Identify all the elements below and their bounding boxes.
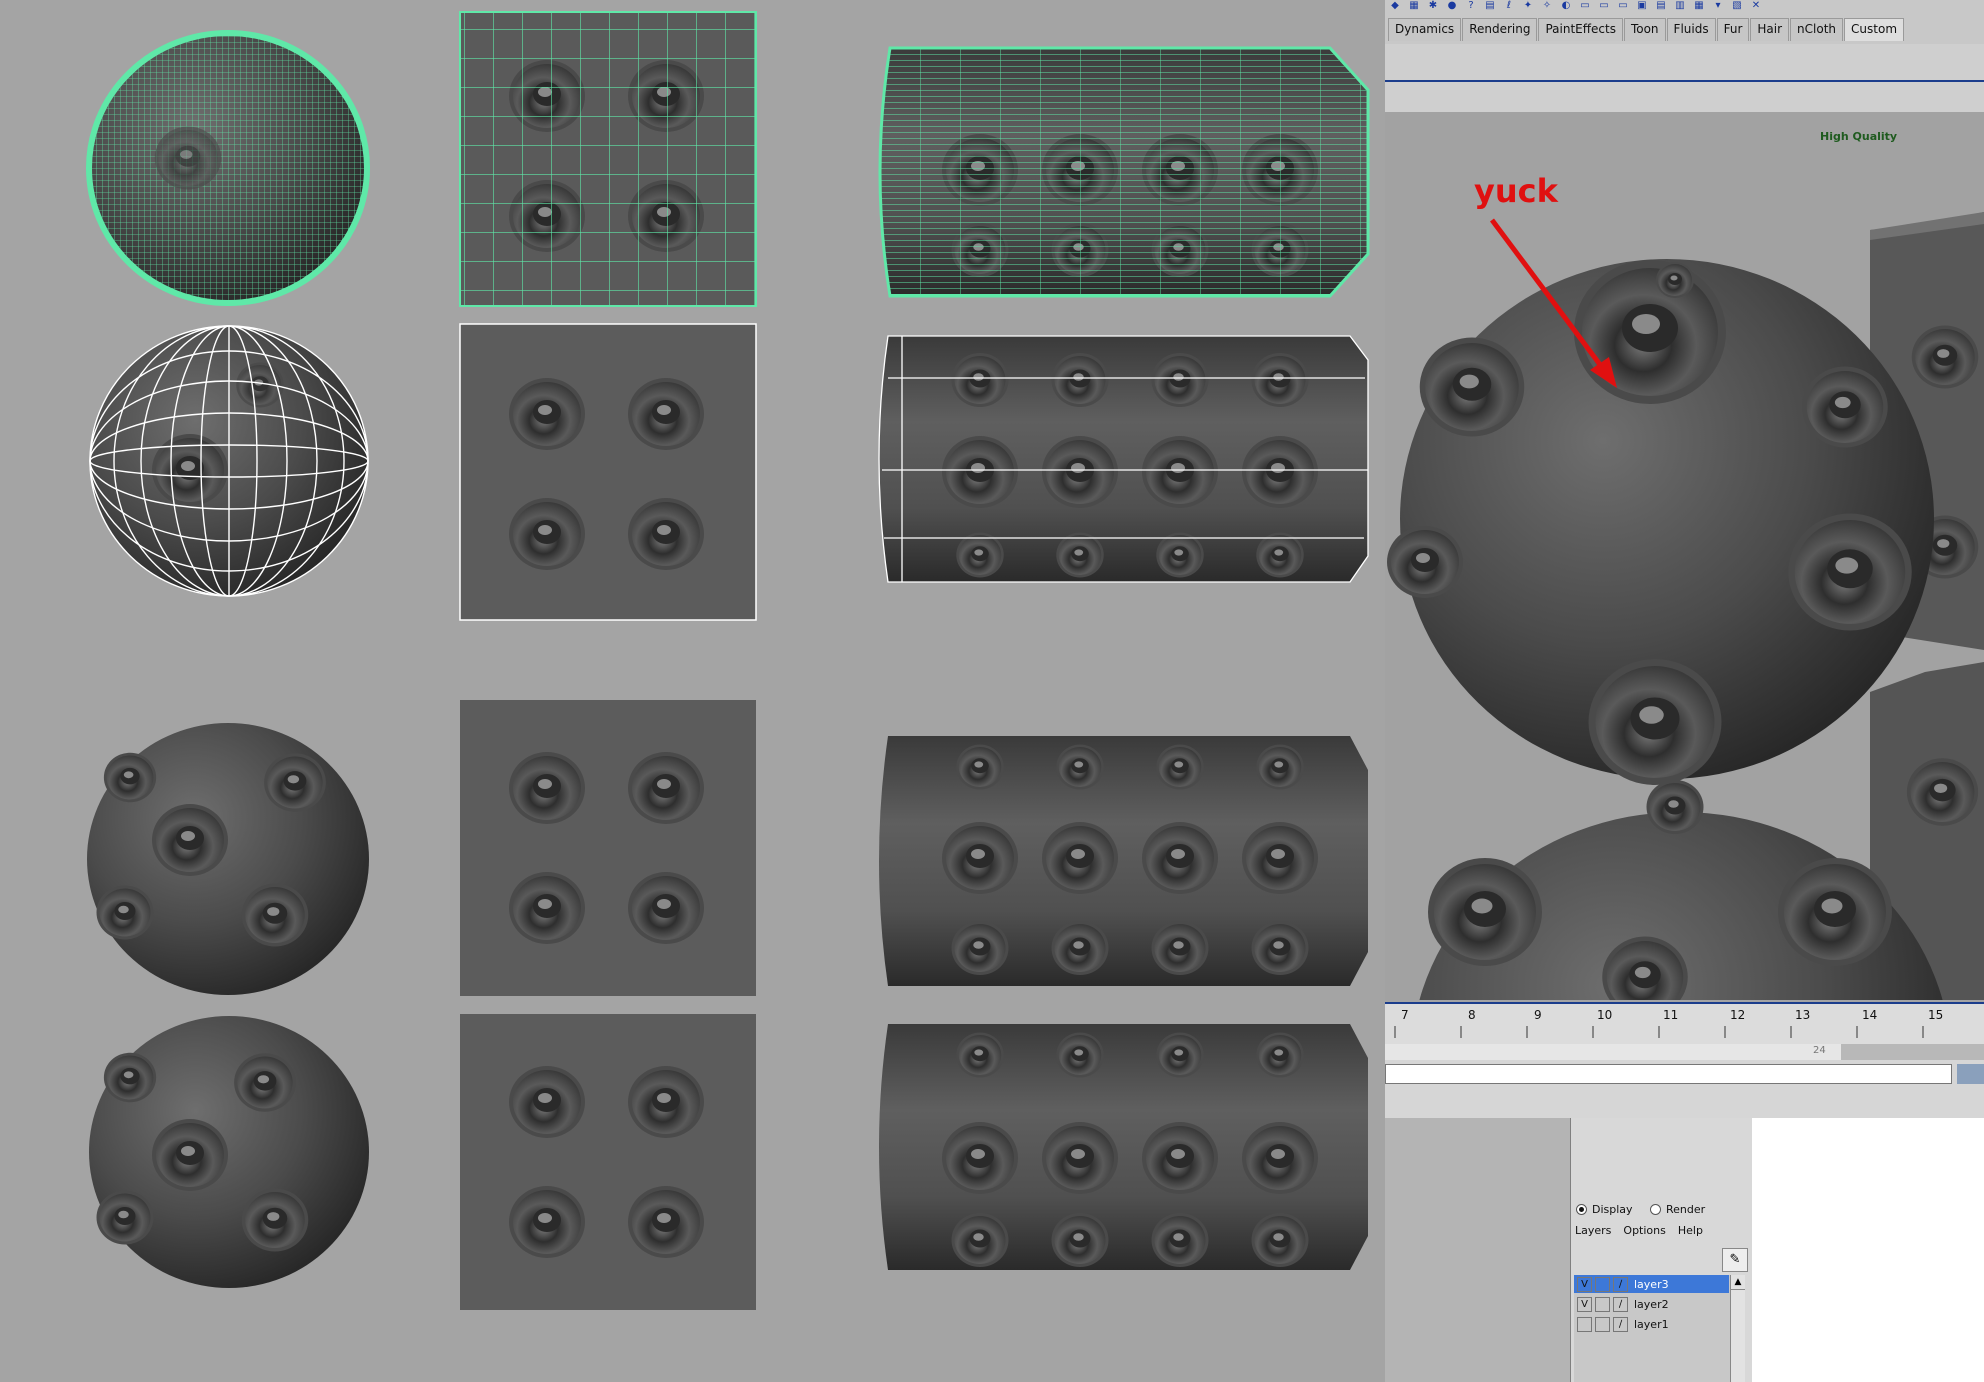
- color-swatch[interactable]: ∕: [1613, 1276, 1628, 1292]
- separator-bar: [1385, 80, 1984, 82]
- layer-row-layer1[interactable]: ∕ layer1: [1574, 1315, 1729, 1333]
- tool-icon[interactable]: ●: [1444, 0, 1460, 12]
- sphere-wireframe-white[interactable]: [89, 325, 369, 597]
- attribute-pane: [1752, 1118, 1984, 1382]
- layer-row-layer3[interactable]: V ∕ layer3: [1574, 1275, 1729, 1293]
- color-swatch[interactable]: ∕: [1613, 1316, 1628, 1332]
- tool-icon[interactable]: ✱: [1425, 0, 1441, 12]
- layer-row-layer2[interactable]: V ∕ layer2: [1574, 1295, 1729, 1313]
- display-mode-label: Display: [1592, 1203, 1633, 1216]
- template-toggle[interactable]: [1595, 1296, 1610, 1312]
- display-mode-radio[interactable]: Display: [1576, 1203, 1633, 1216]
- cube-wireframe-green[interactable]: [459, 11, 757, 307]
- tab-fluids[interactable]: Fluids: [1666, 18, 1716, 41]
- tab-hair[interactable]: Hair: [1750, 18, 1790, 41]
- menu-layers[interactable]: Layers: [1575, 1224, 1611, 1237]
- template-toggle[interactable]: [1595, 1316, 1610, 1332]
- layer-name: layer2: [1634, 1297, 1669, 1311]
- cylinder-wireframe-green[interactable]: [878, 46, 1370, 298]
- radio-icon: [1650, 1204, 1661, 1215]
- command-line-input[interactable]: [1385, 1064, 1952, 1084]
- tab-rendering[interactable]: Rendering: [1462, 18, 1538, 41]
- tool-icon[interactable]: ▥: [1672, 0, 1688, 12]
- tab-toon[interactable]: Toon: [1623, 18, 1666, 41]
- tool-icon[interactable]: ◐: [1558, 0, 1574, 12]
- shelf-content: [1385, 44, 1984, 112]
- tool-icon[interactable]: ▧: [1729, 0, 1745, 12]
- tool-icon[interactable]: ▤: [1653, 0, 1669, 12]
- range-end-value: 24: [1813, 1045, 1826, 1056]
- tab-dynamics[interactable]: Dynamics: [1388, 18, 1462, 41]
- script-editor-button[interactable]: [1957, 1064, 1984, 1084]
- new-layer-icon[interactable]: ✎: [1722, 1248, 1748, 1272]
- cube-wireframe-white[interactable]: [459, 323, 757, 621]
- empty-area: [1385, 1118, 1575, 1382]
- tab-custom[interactable]: Custom: [1844, 18, 1905, 41]
- layer-list: V ∕ layer3 V ∕ layer2 ∕ layer1 ▲: [1574, 1275, 1745, 1382]
- tool-icon[interactable]: ▭: [1615, 0, 1631, 12]
- tool-icon[interactable]: ▦: [1691, 0, 1707, 12]
- sphere-shaded-1[interactable]: [87, 723, 369, 995]
- template-toggle[interactable]: [1595, 1276, 1610, 1292]
- render-mode-radio[interactable]: Render: [1650, 1203, 1705, 1216]
- help-icon[interactable]: ?: [1463, 0, 1479, 12]
- time-slider[interactable]: 7 8 9 10 11 12 13 14 15: [1385, 1002, 1984, 1044]
- shelf-icon-row: ◆ ▦ ✱ ● ? ▤ ℓ ✦ ✧ ◐ ▭ ▭ ▭ ▣ ▤ ▥ ▦ ▾ ▧ ✕: [1385, 0, 1984, 12]
- layer-name: layer3: [1634, 1277, 1669, 1291]
- tool-icon[interactable]: ▣: [1634, 0, 1650, 12]
- tab-painteffects[interactable]: PaintEffects: [1538, 18, 1623, 41]
- layer-list-scrollbar[interactable]: ▲: [1730, 1275, 1745, 1382]
- tool-icon[interactable]: ✧: [1539, 0, 1555, 12]
- tool-icon[interactable]: ▭: [1596, 0, 1612, 12]
- radio-selected-icon: [1576, 1204, 1587, 1215]
- cube-shaded-1[interactable]: [460, 700, 756, 996]
- tool-icon[interactable]: ◆: [1387, 0, 1403, 12]
- tab-ncloth[interactable]: nCloth: [1790, 18, 1844, 41]
- menu-options[interactable]: Options: [1623, 1224, 1665, 1237]
- scroll-up-icon[interactable]: ▲: [1731, 1275, 1745, 1290]
- annotation-text: yuck: [1474, 172, 1558, 210]
- tool-icon[interactable]: ℓ: [1501, 0, 1517, 12]
- shelf-tabs: Dynamics Rendering PaintEffects Toon Flu…: [1388, 18, 1905, 41]
- color-swatch[interactable]: ∕: [1613, 1296, 1628, 1312]
- close-icon[interactable]: ✕: [1748, 0, 1764, 12]
- tool-icon[interactable]: ▭: [1577, 0, 1593, 12]
- range-slider-fill: [1385, 1044, 1841, 1060]
- render-mode-label: Render: [1666, 1203, 1706, 1216]
- cylinder-wireframe-white[interactable]: [878, 335, 1369, 583]
- cylinder-shaded-2[interactable]: [879, 1024, 1368, 1270]
- maya-shelf: ◆ ▦ ✱ ● ? ▤ ℓ ✦ ✧ ◐ ▭ ▭ ▭ ▣ ▤ ▥ ▦ ▾ ▧ ✕ …: [1385, 0, 1984, 45]
- layer-name: layer1: [1634, 1317, 1669, 1331]
- time-slider-panel: 7 8 9 10 11 12 13 14 15 24: [1385, 1002, 1984, 1118]
- visibility-toggle[interactable]: [1577, 1316, 1592, 1332]
- tool-icon[interactable]: ✦: [1520, 0, 1536, 12]
- tool-icon[interactable]: ▦: [1406, 0, 1422, 12]
- menu-help[interactable]: Help: [1678, 1224, 1703, 1237]
- viewport[interactable]: [1385, 112, 1984, 1000]
- layer-editor-menu: Layers Options Help: [1575, 1224, 1703, 1237]
- quality-label: High Quality: [1820, 130, 1898, 143]
- cube-shaded-2[interactable]: [460, 1014, 756, 1310]
- sphere-shaded-2[interactable]: [89, 1016, 369, 1288]
- tool-icon[interactable]: ▤: [1482, 0, 1498, 12]
- tick-marks: [1394, 1026, 1924, 1038]
- cylinder-shaded-1[interactable]: [879, 736, 1368, 986]
- range-slider[interactable]: 24: [1385, 1044, 1984, 1060]
- visibility-toggle[interactable]: V: [1577, 1296, 1592, 1312]
- menu-arrow-icon[interactable]: ▾: [1710, 0, 1726, 12]
- sphere-wireframe-green[interactable]: [86, 30, 370, 306]
- tab-fur[interactable]: Fur: [1716, 18, 1750, 41]
- visibility-toggle[interactable]: V: [1577, 1276, 1592, 1292]
